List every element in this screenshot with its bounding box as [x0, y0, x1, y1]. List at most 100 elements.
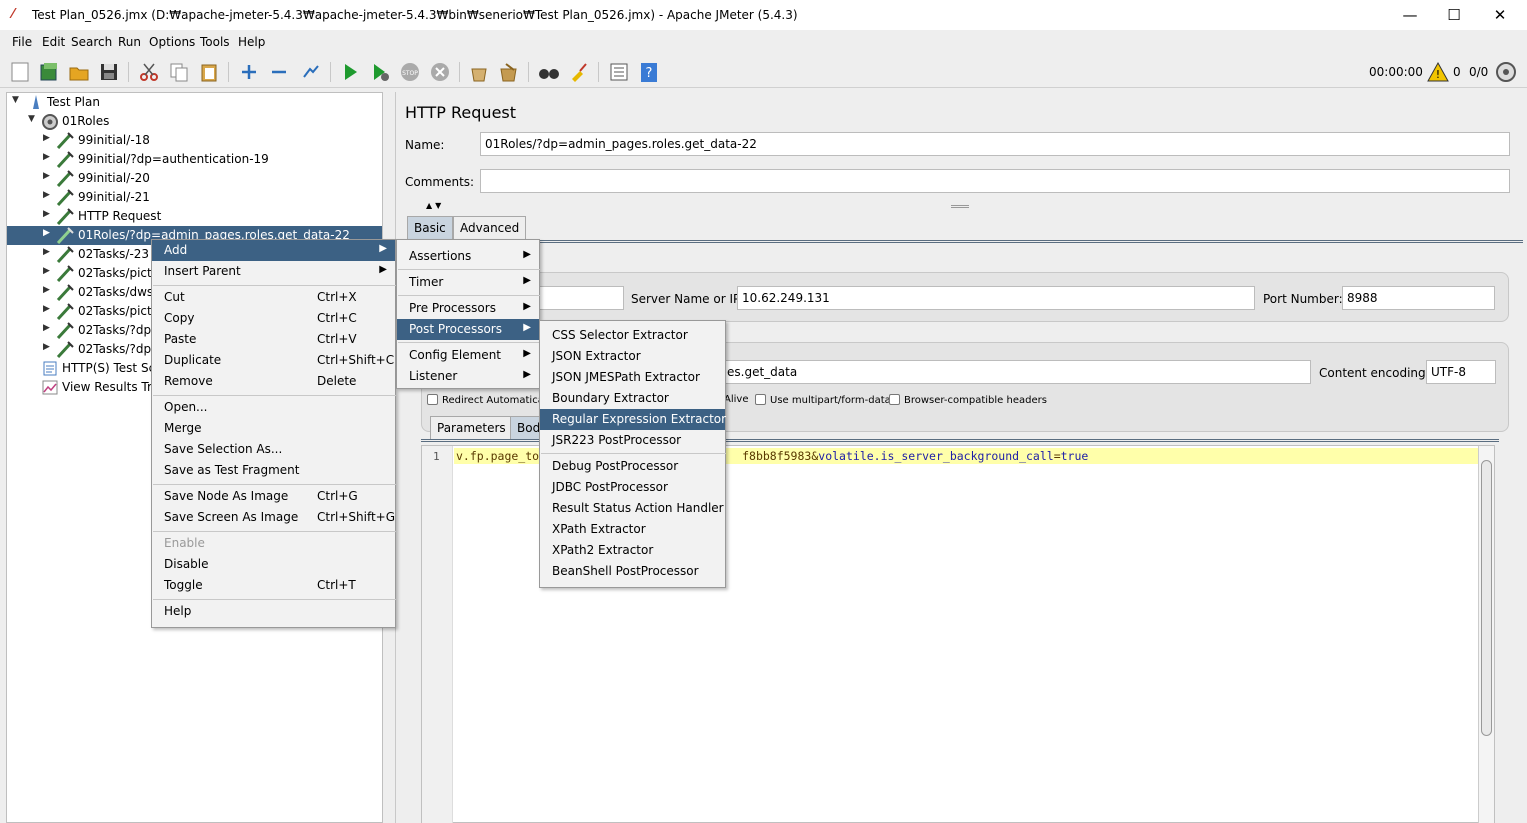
- minimize-button[interactable]: —: [1395, 4, 1425, 26]
- tree-node-sampler[interactable]: ▶ 99initial/-18: [7, 131, 382, 150]
- collapsed-arrow-icon[interactable]: ▶: [43, 304, 50, 314]
- warning-icon[interactable]: !: [1427, 61, 1449, 83]
- menu-item-merge[interactable]: Merge: [152, 418, 395, 439]
- search-binoculars-icon[interactable]: [538, 61, 560, 83]
- open-folder-icon[interactable]: [68, 61, 90, 83]
- tree-node-thread-group[interactable]: ▼ 01Roles: [7, 112, 382, 131]
- collapsed-arrow-icon[interactable]: ▶: [43, 152, 50, 162]
- tree-node-sampler[interactable]: ▶ 99initial/?dp=authentication-19: [7, 150, 382, 169]
- menu-item-open[interactable]: Open...: [152, 397, 395, 418]
- menu-item-jsr223-postprocessor[interactable]: JSR223 PostProcessor: [540, 430, 725, 451]
- collapsed-arrow-icon[interactable]: ▶: [43, 133, 50, 143]
- tab-basic[interactable]: Basic: [407, 216, 453, 240]
- maximize-button[interactable]: ☐: [1439, 4, 1469, 26]
- menu-item-save-screen-image[interactable]: Save Screen As Image Ctrl+Shift+G: [152, 507, 395, 528]
- menu-item-remove[interactable]: Remove Delete: [152, 371, 395, 392]
- menu-file[interactable]: File: [12, 35, 32, 49]
- menu-item-css-selector-extractor[interactable]: CSS Selector Extractor: [540, 325, 725, 346]
- expand-all-icon[interactable]: [238, 61, 260, 83]
- menu-item-add[interactable]: Add ▶: [152, 240, 395, 261]
- menu-item-debug-postprocessor[interactable]: Debug PostProcessor: [540, 456, 725, 477]
- reset-search-icon[interactable]: [568, 61, 590, 83]
- menu-item-json-extractor[interactable]: JSON Extractor: [540, 346, 725, 367]
- cut-icon[interactable]: [138, 61, 160, 83]
- expanded-arrow-icon[interactable]: ▼: [12, 95, 19, 105]
- collapsed-arrow-icon[interactable]: ▶: [43, 209, 50, 219]
- menu-item-jdbc-postprocessor[interactable]: JDBC PostProcessor: [540, 477, 725, 498]
- tab-parameters[interactable]: Parameters: [430, 416, 513, 440]
- collapsed-arrow-icon[interactable]: ▶: [43, 171, 50, 181]
- collapse-all-icon[interactable]: [268, 61, 290, 83]
- close-button[interactable]: ✕: [1485, 4, 1515, 26]
- menu-item-json-jmespath-extractor[interactable]: JSON JMESPath Extractor: [540, 367, 725, 388]
- menu-item-cut[interactable]: Cut Ctrl+X: [152, 287, 395, 308]
- menu-item-boundary-extractor[interactable]: Boundary Extractor: [540, 388, 725, 409]
- collapsed-arrow-icon[interactable]: ▶: [43, 342, 50, 352]
- name-field[interactable]: 01Roles/?dp=admin_pages.roles.get_data-2…: [480, 132, 1510, 156]
- menu-item-insert-parent[interactable]: Insert Parent ▶: [152, 261, 395, 282]
- tree-node-test-plan[interactable]: ▼ Test Plan: [7, 93, 382, 112]
- collapsed-arrow-icon[interactable]: ▶: [43, 247, 50, 257]
- browser-headers-checkbox[interactable]: Browser-compatible headers: [889, 394, 1047, 406]
- help-icon[interactable]: ?: [638, 61, 660, 83]
- tree-node-sampler[interactable]: ▶ HTTP Request: [7, 207, 382, 226]
- server-field[interactable]: 10.62.249.131: [737, 286, 1255, 310]
- collapsed-arrow-icon[interactable]: ▶: [43, 266, 50, 276]
- menu-item-save-fragment[interactable]: Save as Test Fragment: [152, 460, 395, 481]
- templates-icon[interactable]: [38, 61, 60, 83]
- expanded-arrow-icon[interactable]: ▼: [28, 114, 35, 124]
- menu-item-config-element[interactable]: Config Element ▶: [397, 345, 539, 366]
- function-helper-icon[interactable]: [608, 61, 630, 83]
- tree-node-sampler[interactable]: ▶ 99initial/-20: [7, 169, 382, 188]
- divider-grip[interactable]: [951, 205, 969, 208]
- scrollbar-thumb[interactable]: [1481, 460, 1492, 736]
- checkbox-box[interactable]: [755, 394, 766, 405]
- collapsed-arrow-icon[interactable]: ▶: [43, 285, 50, 295]
- collapsed-arrow-icon[interactable]: ▶: [43, 323, 50, 333]
- shutdown-icon[interactable]: [429, 61, 451, 83]
- new-file-icon[interactable]: [9, 61, 31, 83]
- menu-item-timer[interactable]: Timer ▶: [397, 272, 539, 293]
- clear-all-icon[interactable]: [498, 61, 520, 83]
- multipart-checkbox[interactable]: Use multipart/form-data: [755, 394, 891, 406]
- toggle-icon[interactable]: [300, 61, 322, 83]
- menu-item-post-processors[interactable]: Post Processors ▶: [397, 319, 539, 340]
- copy-icon[interactable]: [168, 61, 190, 83]
- start-icon[interactable]: [339, 61, 361, 83]
- protocol-field[interactable]: [536, 286, 624, 310]
- menu-item-result-status-handler[interactable]: Result Status Action Handler: [540, 498, 725, 519]
- menu-item-beanshell-postprocessor[interactable]: BeanShell PostProcessor: [540, 561, 725, 582]
- stop-icon[interactable]: STOP: [399, 61, 421, 83]
- menu-item-save-node-image[interactable]: Save Node As Image Ctrl+G: [152, 486, 395, 507]
- save-icon[interactable]: [98, 61, 120, 83]
- redirect-auto-checkbox[interactable]: Redirect Automatica: [427, 394, 544, 406]
- keep-alive-checkbox[interactable]: Alive: [724, 394, 748, 405]
- clear-icon[interactable]: [468, 61, 490, 83]
- menu-item-xpath-extractor[interactable]: XPath Extractor: [540, 519, 725, 540]
- menu-item-copy[interactable]: Copy Ctrl+C: [152, 308, 395, 329]
- menu-item-disable[interactable]: Disable: [152, 554, 395, 575]
- tab-advanced[interactable]: Advanced: [453, 216, 527, 240]
- menu-run[interactable]: Run: [118, 35, 141, 49]
- menu-item-xpath2-extractor[interactable]: XPath2 Extractor: [540, 540, 725, 561]
- path-field[interactable]: es.get_data: [722, 360, 1311, 384]
- menu-item-listener[interactable]: Listener ▶: [397, 366, 539, 387]
- start-no-pauses-icon[interactable]: [369, 61, 391, 83]
- port-field[interactable]: 8988: [1342, 286, 1495, 310]
- menu-tools[interactable]: Tools: [200, 35, 230, 49]
- tree-node-sampler[interactable]: ▶ 99initial/-21: [7, 188, 382, 207]
- menu-edit[interactable]: Edit: [42, 35, 65, 49]
- menu-item-assertions[interactable]: Assertions ▶: [397, 246, 539, 267]
- menu-item-toggle[interactable]: Toggle Ctrl+T: [152, 575, 395, 596]
- checkbox-box[interactable]: [889, 394, 900, 405]
- collapsed-arrow-icon[interactable]: ▶: [43, 190, 50, 200]
- comments-field[interactable]: [480, 169, 1510, 193]
- collapsed-arrow-icon[interactable]: ▶: [43, 228, 50, 238]
- menu-item-save-selection[interactable]: Save Selection As...: [152, 439, 395, 460]
- paste-icon[interactable]: [198, 61, 220, 83]
- menu-item-duplicate[interactable]: Duplicate Ctrl+Shift+C: [152, 350, 395, 371]
- menu-item-pre-processors[interactable]: Pre Processors ▶: [397, 298, 539, 319]
- menu-search[interactable]: Search: [71, 35, 112, 49]
- menu-help[interactable]: Help: [238, 35, 265, 49]
- editor-scrollbar[interactable]: [1478, 446, 1494, 823]
